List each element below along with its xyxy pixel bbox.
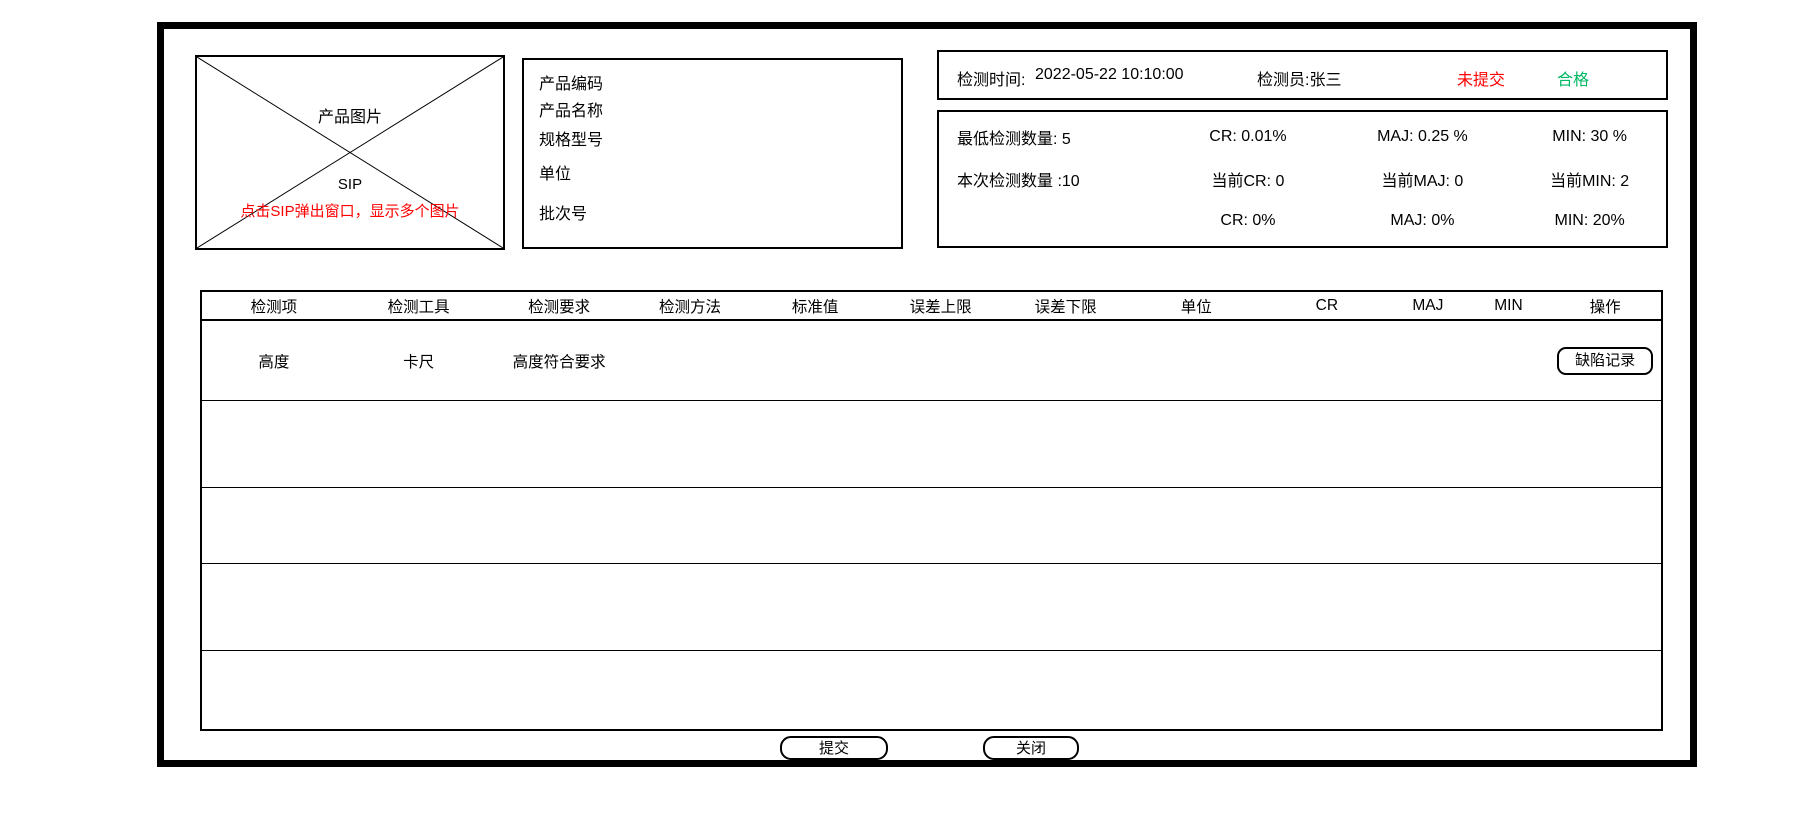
metric-maj-limit: MAJ: 0.25 % <box>1332 128 1514 146</box>
field-label-unit: 单位 <box>539 160 571 184</box>
field-label-batch-no: 批次号 <box>539 200 587 224</box>
metric-current-inspect-qty: 本次检测数量 :10 <box>939 167 1164 191</box>
empty-table-row <box>202 488 1661 564</box>
metric-cr-limit: CR: 0.01% <box>1164 128 1331 146</box>
metric-min-limit: MIN: 30 % <box>1513 128 1666 146</box>
submit-button[interactable]: 提交 <box>780 736 888 760</box>
field-label-product-name: 产品名称 <box>539 97 603 121</box>
col-header-requirement: 检测要求 <box>492 295 627 317</box>
col-header-item: 检测项 <box>202 295 346 317</box>
inspector-name: 检测员:张三 <box>1257 66 1341 90</box>
col-header-lower-limit: 误差下限 <box>1004 295 1127 317</box>
metric-maj-rate: MAJ: 0% <box>1332 212 1514 230</box>
col-header-method: 检测方法 <box>627 295 754 317</box>
col-header-tool: 检测工具 <box>346 295 492 317</box>
metric-cr-rate: CR: 0% <box>1164 212 1331 230</box>
close-button[interactable]: 关闭 <box>983 736 1079 760</box>
col-header-upper-limit: 误差上限 <box>877 295 1005 317</box>
inspection-time-label: 检测时间: <box>957 66 1025 90</box>
col-header-unit: 单位 <box>1127 295 1266 317</box>
col-header-min: MIN <box>1468 297 1550 315</box>
col-header-maj: MAJ <box>1388 297 1468 315</box>
metric-current-cr: 当前CR: 0 <box>1164 167 1331 191</box>
table-row: 高度 卡尺 高度符合要求 缺陷记录 <box>202 321 1661 401</box>
metric-current-min: 当前MIN: 2 <box>1513 167 1666 191</box>
empty-table-row <box>202 651 1661 729</box>
field-label-spec-model: 规格型号 <box>539 126 603 150</box>
table-header-row: 检测项 检测工具 检测要求 检测方法 标准值 误差上限 误差下限 单位 CR M… <box>202 292 1661 321</box>
submit-status-badge: 未提交 <box>1457 66 1505 90</box>
metrics-panel: 最低检测数量: 5 CR: 0.01% MAJ: 0.25 % MIN: 30 … <box>937 110 1668 248</box>
product-image-placeholder[interactable]: 产品图片 SIP 点击SIP弹出窗口，显示多个图片 <box>195 55 505 250</box>
col-header-action: 操作 <box>1549 295 1661 317</box>
empty-table-row <box>202 564 1661 651</box>
sip-label[interactable]: SIP <box>197 176 503 193</box>
result-status-badge: 合格 <box>1557 66 1589 90</box>
inspection-header-panel: 检测时间: 2022-05-22 10:10:00 检测员:张三 未提交 合格 <box>937 50 1668 100</box>
inspection-time-value: 2022-05-22 10:10:00 <box>1035 66 1184 84</box>
cell-tool: 卡尺 <box>346 350 492 372</box>
metric-min-rate: MIN: 20% <box>1513 212 1666 230</box>
col-header-standard: 标准值 <box>753 295 876 317</box>
col-header-cr: CR <box>1266 297 1389 315</box>
inspection-items-table: 检测项 检测工具 检测要求 检测方法 标准值 误差上限 误差下限 单位 CR M… <box>200 290 1663 731</box>
empty-table-row <box>202 401 1661 488</box>
product-image-label: 产品图片 <box>197 103 503 127</box>
metric-current-maj: 当前MAJ: 0 <box>1332 167 1514 191</box>
metric-min-inspect-qty: 最低检测数量: 5 <box>939 125 1164 149</box>
defect-record-button[interactable]: 缺陷记录 <box>1557 347 1653 375</box>
sip-hint-note: 点击SIP弹出窗口，显示多个图片 <box>197 200 503 221</box>
product-info-panel: 产品编码 产品名称 规格型号 单位 批次号 <box>522 58 903 249</box>
cell-item: 高度 <box>202 350 346 372</box>
cell-requirement: 高度符合要求 <box>492 350 627 372</box>
field-label-product-code: 产品编码 <box>539 70 603 94</box>
